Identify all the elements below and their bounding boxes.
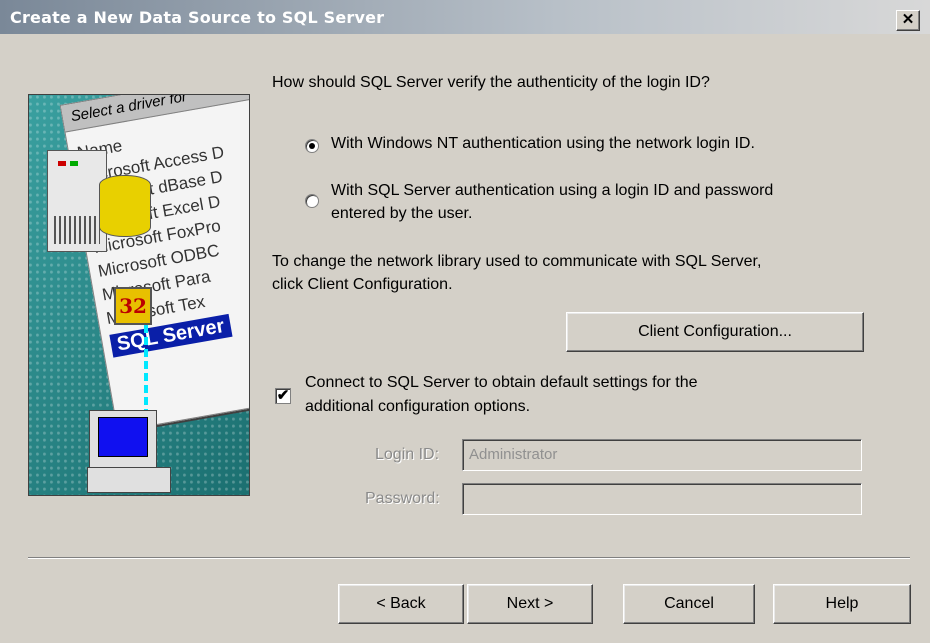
dialog-body: Select a driver for Name Microsoft Acces… [0,34,930,643]
window-title: Create a New Data Source to SQL Server [10,8,385,27]
login-id-label: Login ID: [375,446,440,463]
connection-line [144,325,148,420]
radio-nt-auth-label[interactable]: With Windows NT authentication using the… [331,135,755,153]
radio-sql-auth[interactable] [305,194,319,208]
driver-list-header: Select a driver for [60,95,249,133]
radio-nt-auth[interactable] [305,139,319,153]
next-button[interactable]: Next > [467,584,593,624]
computer-screen [98,417,148,457]
network-text-line1: To change the network library used to co… [272,253,762,270]
server-led-red [58,161,66,166]
back-button[interactable]: < Back [338,584,464,624]
wizard-illustration: Select a driver for Name Microsoft Acces… [28,94,250,496]
connect-label-line2[interactable]: additional configuration options. [305,398,530,416]
radio-sql-auth-label-line1[interactable]: With SQL Server authentication using a l… [331,182,773,200]
client-configuration-button[interactable]: Client Configuration... [566,312,864,352]
computer-icon [89,410,157,468]
connect-label-line1[interactable]: Connect to SQL Server to obtain default … [305,374,698,392]
computer-base-icon [87,467,171,493]
password-label: Password: [365,490,440,507]
server-icon [47,150,107,252]
cancel-button[interactable]: Cancel [623,584,755,624]
server-led-green [70,161,78,166]
database-icon [99,175,151,237]
connect-checkbox[interactable]: ✔ [275,388,291,404]
separator [28,557,910,559]
server-vent [54,216,100,244]
title-bar: Create a New Data Source to SQL Server ✕ [0,0,930,34]
login-id-field[interactable]: Administrator [462,439,862,471]
password-field[interactable] [462,483,862,515]
32-bit-badge-icon: 32 [114,287,152,325]
network-text-line2: click Client Configuration. [272,276,453,293]
radio-sql-auth-label-line2[interactable]: entered by the user. [331,205,472,223]
close-button[interactable]: ✕ [896,10,920,31]
auth-question: How should SQL Server verify the authent… [272,74,710,91]
help-button[interactable]: Help [773,584,911,624]
